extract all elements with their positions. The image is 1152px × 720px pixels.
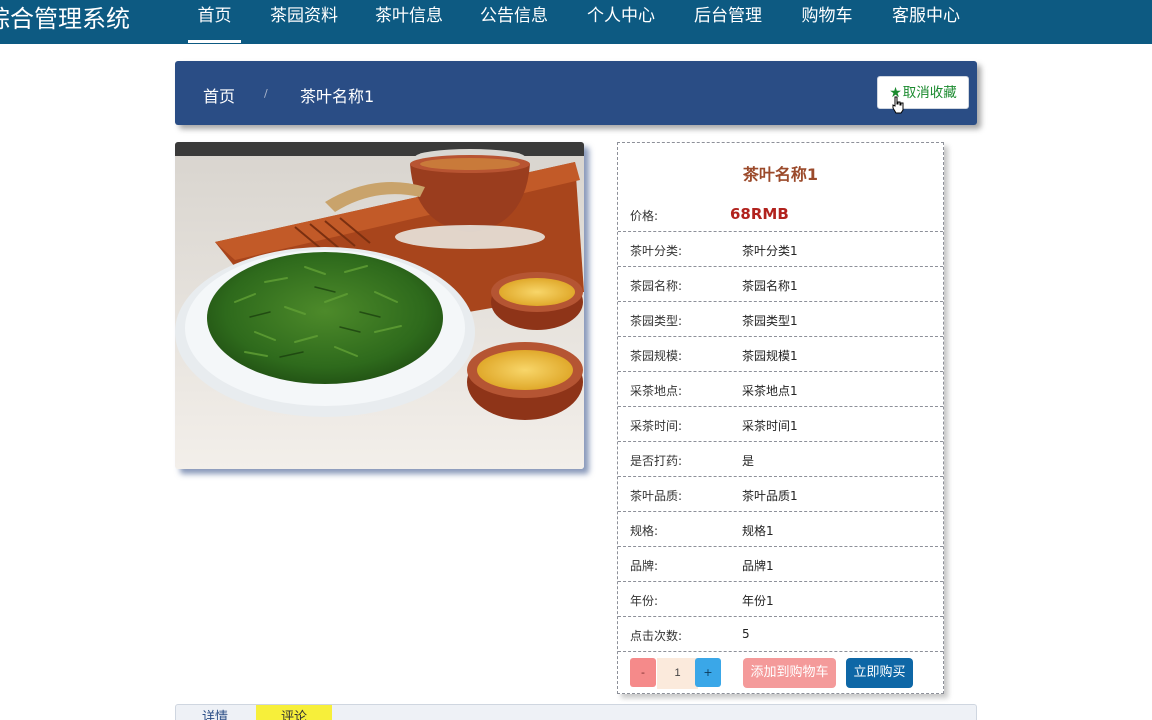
tea-photo xyxy=(175,142,584,469)
field-row-pesticide: 是否打药: 是 xyxy=(618,441,943,476)
tab-detail[interactable]: 详情 xyxy=(202,705,228,720)
product-field-list: 茶叶分类: 茶叶分类1 茶园名称: 茶园名称1 茶园类型: 茶园类型1 茶园规模: 茶园… xyxy=(618,231,943,651)
nav-item-tea-garden[interactable]: 茶园资料 xyxy=(262,0,346,40)
field-label: 茶叶品质: xyxy=(630,489,683,503)
tab-comment[interactable]: 评论 xyxy=(256,705,332,720)
field-label: 茶园名称: xyxy=(630,279,683,293)
field-value: 规格1 xyxy=(742,524,774,538)
field-label: 点击次数: xyxy=(630,629,683,643)
field-label: 规格: xyxy=(630,524,659,538)
nav-item-customer-service[interactable]: 客服中心 xyxy=(884,0,968,40)
purchase-actions: - + 添加到购物车 立即购买 xyxy=(618,651,943,694)
price-label: 价格: xyxy=(630,209,659,223)
nav-item-personal-center[interactable]: 个人中心 xyxy=(579,0,663,40)
quantity-increase-button[interactable]: + xyxy=(695,658,721,687)
add-to-cart-button[interactable]: 添加到购物车 xyxy=(743,658,836,688)
field-row-picking-location: 采茶地点: 采茶地点1 xyxy=(618,371,943,406)
field-row-garden-type: 茶园类型: 茶园类型1 xyxy=(618,301,943,336)
field-row-click-count: 点击次数: 5 xyxy=(618,616,943,651)
field-label: 茶园类型: xyxy=(630,314,683,328)
field-row-tea-quality: 茶叶品质: 茶叶品质1 xyxy=(618,476,943,511)
breadcrumb-current: 茶叶名称1 xyxy=(300,87,375,106)
field-row-brand: 品牌: 品牌1 xyxy=(618,546,943,581)
tea-photo-illustration xyxy=(175,142,584,469)
price-value: 68RMB xyxy=(730,205,789,223)
field-value: 年份1 xyxy=(742,594,774,608)
field-label: 采茶地点: xyxy=(630,384,683,398)
field-label: 品牌: xyxy=(630,559,659,573)
breadcrumb: 首页 / 茶叶名称1 ★取消收藏 xyxy=(175,61,977,125)
breadcrumb-separator: / xyxy=(264,87,268,100)
quantity-decrease-button[interactable]: - xyxy=(630,658,656,687)
field-value: 茶园名称1 xyxy=(742,279,798,293)
field-row-spec: 规格: 规格1 xyxy=(618,511,943,546)
nav-item-announcements[interactable]: 公告信息 xyxy=(472,0,556,40)
field-value: 是 xyxy=(742,454,755,468)
field-label: 茶叶分类: xyxy=(630,244,683,258)
nav-item-admin[interactable]: 后台管理 xyxy=(686,0,770,40)
detail-tabs: 详情 评论 xyxy=(175,704,977,720)
field-value: 品牌1 xyxy=(742,559,774,573)
hand-cursor-icon xyxy=(892,96,904,114)
buy-now-button[interactable]: 立即购买 xyxy=(846,658,913,688)
field-value: 茶园规模1 xyxy=(742,349,798,363)
unfavorite-label: 取消收藏 xyxy=(902,85,957,101)
field-row-tea-category: 茶叶分类: 茶叶分类1 xyxy=(618,231,943,266)
breadcrumb-home-link[interactable]: 首页 xyxy=(203,83,235,107)
top-nav-bar: 综合管理系统 首页 茶园资料 茶叶信息 公告信息 个人中心 后台管理 购物车 客… xyxy=(0,0,1152,44)
nav-item-tea-info[interactable]: 茶叶信息 xyxy=(367,0,451,40)
field-value: 采茶地点1 xyxy=(742,384,798,398)
nav-item-home[interactable]: 首页 xyxy=(188,0,241,43)
field-value: 茶叶品质1 xyxy=(742,489,798,503)
product-detail-panel: 茶叶名称1 价格: 68RMB 茶叶分类: 茶叶分类1 茶园名称: 茶园名称1 茶园… xyxy=(617,142,944,694)
field-row-picking-time: 采茶时间: 采茶时间1 xyxy=(618,406,943,441)
field-row-garden-name: 茶园名称: 茶园名称1 xyxy=(618,266,943,301)
nav-item-cart[interactable]: 购物车 xyxy=(794,0,860,40)
field-value: 茶叶分类1 xyxy=(742,244,798,258)
field-row-year: 年份: 年份1 xyxy=(618,581,943,616)
product-name: 茶叶名称1 xyxy=(742,165,819,184)
field-label: 是否打药: xyxy=(630,454,683,468)
field-label: 年份: xyxy=(630,594,659,608)
field-value: 采茶时间1 xyxy=(742,419,798,433)
field-label: 茶园规模: xyxy=(630,349,683,363)
field-value: 茶园类型1 xyxy=(742,314,798,328)
field-row-garden-scale: 茶园规模: 茶园规模1 xyxy=(618,336,943,371)
field-label: 采茶时间: xyxy=(630,419,683,433)
app-title: 综合管理系统 xyxy=(0,5,130,33)
quantity-input[interactable] xyxy=(657,658,698,689)
field-value: 5 xyxy=(742,627,750,641)
